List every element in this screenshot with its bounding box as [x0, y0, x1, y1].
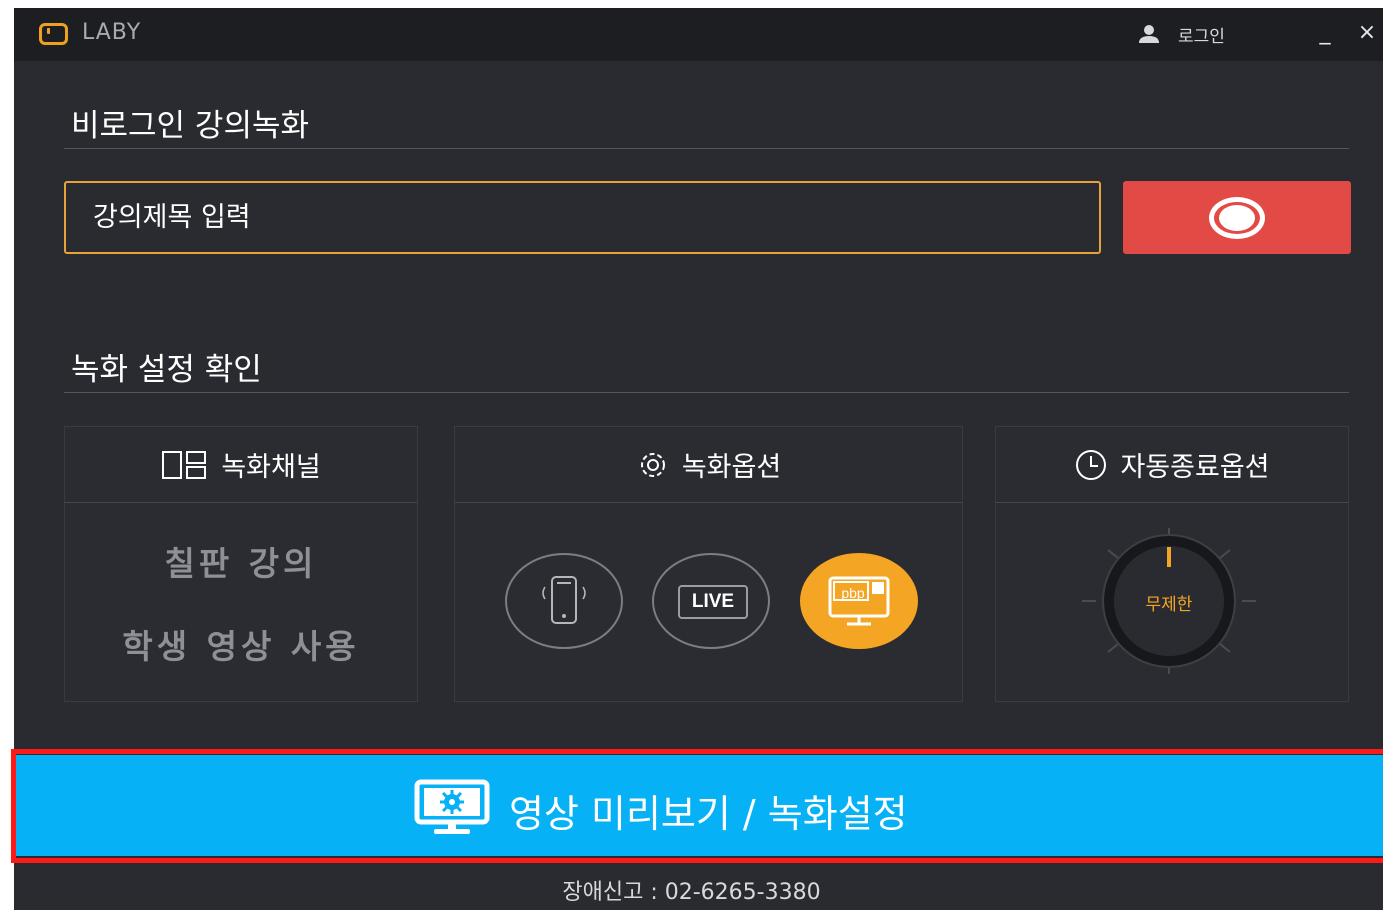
channel-panel[interactable]: 녹화채널 칠판 강의 학생 영상 사용	[64, 426, 418, 702]
channel-line: 칠판 강의	[164, 544, 318, 583]
mobile-option-button[interactable]	[505, 553, 623, 649]
pbp-label: pbp	[841, 585, 865, 601]
clock-icon	[1076, 449, 1107, 480]
live-label: LIVE	[678, 585, 748, 619]
section-divider	[64, 392, 1349, 393]
timer-value: 무제한	[1145, 595, 1193, 615]
close-button[interactable]: ×	[1352, 18, 1382, 48]
preview-settings-button[interactable]: 영상 미리보기 / 녹화설정	[14, 755, 1383, 856]
channel-line: 학생 영상 사용	[122, 627, 360, 666]
options-label: 녹화옵션	[681, 452, 782, 483]
section-divider	[64, 148, 1349, 149]
phone-icon	[542, 576, 586, 624]
app-name: LABY	[82, 20, 142, 45]
live-option-button[interactable]: LIVE	[652, 553, 770, 649]
monitor-icon	[828, 576, 890, 626]
laby-logo-icon	[39, 23, 68, 45]
channel-label: 녹화채널	[221, 452, 321, 483]
record-dot-icon	[1219, 205, 1255, 231]
login-label: 로그인	[1178, 26, 1225, 47]
support-phone-text: 장애신고 : 02-6265-3380	[562, 880, 821, 905]
options-panel-header: 녹화옵션	[455, 427, 962, 503]
title-bar: LABY 로그인 _ ×	[14, 8, 1383, 61]
record-button[interactable]	[1123, 181, 1351, 254]
layout-icon	[162, 450, 207, 479]
auto-stop-panel-header: 자동종료옵션	[996, 427, 1348, 503]
lecture-title-input[interactable]	[64, 181, 1101, 254]
settings-section-title: 녹화 설정 확인	[71, 352, 262, 388]
preview-settings-label: 영상 미리보기 / 녹화설정	[509, 792, 908, 836]
login-button[interactable]: 로그인	[1138, 21, 1225, 47]
channel-panel-header: 녹화채널	[65, 427, 417, 503]
monitor-gear-icon	[414, 779, 490, 834]
pbp-option-button[interactable]: pbp	[800, 553, 918, 649]
minimize-button[interactable]: _	[1310, 18, 1340, 48]
gear-icon	[640, 452, 665, 477]
auto-stop-label: 자동종료옵션	[1120, 452, 1270, 483]
user-icon	[1139, 25, 1159, 43]
lecture-section-title: 비로그인 강의녹화	[71, 108, 310, 144]
